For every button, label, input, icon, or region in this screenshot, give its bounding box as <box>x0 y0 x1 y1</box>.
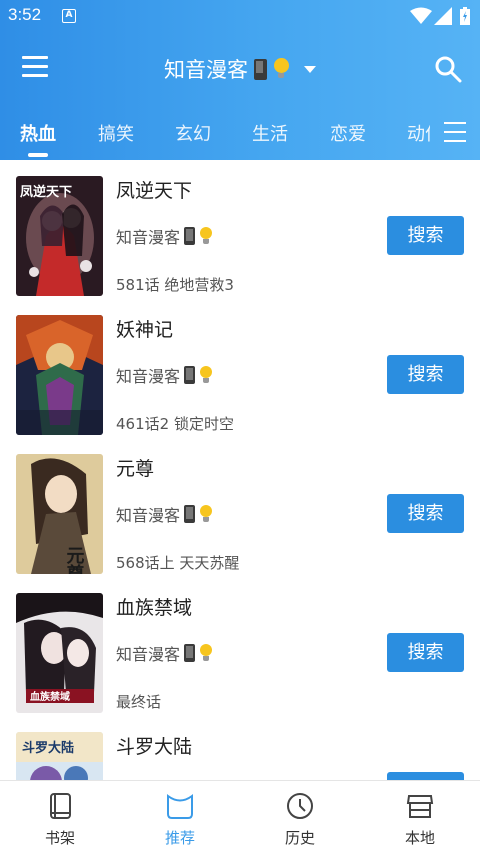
cover-image[interactable]: 斗罗大陆 <box>16 732 103 780</box>
latest-chapter: 最终话 <box>116 693 162 711</box>
nav-item-bookshelf[interactable]: 书架 <box>0 781 120 853</box>
notification-a-icon: A <box>62 9 76 23</box>
comic-title[interactable]: 元尊 <box>116 454 154 481</box>
search-button[interactable]: 搜索 <box>387 494 464 533</box>
cover-image[interactable]: 血族禁域 <box>16 593 103 713</box>
wifi-icon <box>410 7 432 24</box>
tab-rexue[interactable]: 热血 <box>20 120 56 146</box>
comic-title[interactable]: 妖神记 <box>116 315 173 342</box>
cover-image[interactable]: 元尊 <box>16 454 103 574</box>
comic-title[interactable]: 斗罗大陆 <box>116 732 192 759</box>
cover-image[interactable] <box>16 315 103 435</box>
search-icon[interactable] <box>434 55 462 83</box>
recommend-basket-icon <box>167 794 193 819</box>
search-button[interactable]: 搜索 <box>387 216 464 255</box>
tabs-menu-button[interactable] <box>444 122 468 144</box>
light-bulb-icon <box>273 58 290 80</box>
comic-list[interactable]: 凤逆天下 凤逆天下 知音漫客 581话 绝地营救3 搜索 妖神记 知音漫客 46… <box>0 160 480 780</box>
cover-image[interactable]: 凤逆天下 <box>16 176 103 296</box>
nav-label: 历史 <box>284 829 315 847</box>
source-name: 知音漫客 <box>116 506 181 525</box>
tab-shenghuo[interactable]: 生活 <box>252 120 288 146</box>
comic-source: 知音漫客 <box>116 363 213 387</box>
nav-label: 书架 <box>44 829 75 847</box>
nav-item-history[interactable]: 历史 <box>240 781 360 853</box>
latest-chapter: 568话上 天天苏醒 <box>116 554 240 572</box>
signal-icon <box>434 7 452 25</box>
cover-text: 元尊 <box>64 546 85 574</box>
book-icon <box>50 793 71 819</box>
tab-lianai[interactable]: 恋爱 <box>330 120 366 146</box>
source-name: 知音漫客 <box>116 367 181 386</box>
storefront-icon <box>406 795 434 818</box>
nav-label: 推荐 <box>164 829 195 847</box>
app-title-text: 知音漫客 <box>164 58 248 82</box>
source-name: 知音漫客 <box>116 228 181 247</box>
comic-source: 知音漫客 <box>116 224 213 248</box>
bottom-nav: 书架 推荐 历史 本地 <box>0 780 480 853</box>
battery-charging-icon <box>460 7 470 25</box>
app-title[interactable]: 知音漫客 <box>0 54 480 84</box>
nav-item-local[interactable]: 本地 <box>360 781 480 853</box>
list-item[interactable]: 元尊 元尊 知音漫客 568话上 天天苏醒 搜索 <box>0 438 480 577</box>
list-item[interactable]: 凤逆天下 凤逆天下 知音漫客 581话 绝地营救3 搜索 <box>0 160 480 299</box>
mobile-phone-icon <box>184 366 196 384</box>
category-tabs: 热血 搞笑 玄幻 生活 恋爱 动作 <box>0 112 430 160</box>
latest-chapter: 581话 绝地营救3 <box>116 276 234 294</box>
tab-xuanhuan[interactable]: 玄幻 <box>175 120 211 146</box>
nav-item-recommend[interactable]: 推荐 <box>120 781 240 853</box>
chevron-down-icon[interactable] <box>304 65 316 73</box>
light-bulb-icon <box>199 227 213 245</box>
status-time: 3:52 <box>8 5 42 24</box>
light-bulb-icon <box>199 505 213 523</box>
screen: 3:52 A 知音漫客 热血 搞笑 玄幻 生活 恋爱 动 凤逆天下 凤逆天下 知… <box>0 0 480 853</box>
list-item[interactable]: 血族禁域 血族禁域 知音漫客 最终话 搜索 <box>0 577 480 716</box>
cover-text: 凤逆天下 <box>20 184 72 200</box>
comic-source: 知音漫客 <box>116 641 213 665</box>
app-header: 3:52 A 知音漫客 热血 搞笑 玄幻 生活 恋爱 动 <box>0 0 480 160</box>
light-bulb-icon <box>199 644 213 662</box>
cover-text: 斗罗大陆 <box>22 740 74 756</box>
mobile-phone-icon <box>184 227 196 245</box>
status-bar: 3:52 A <box>0 0 480 32</box>
comic-source: 知音漫客 <box>116 502 213 526</box>
tab-gaoxiao[interactable]: 搞笑 <box>98 120 134 146</box>
mobile-phone-icon <box>254 58 267 80</box>
search-button[interactable]: 搜索 <box>387 633 464 672</box>
comic-title[interactable]: 血族禁域 <box>116 593 192 620</box>
light-bulb-icon <box>199 366 213 384</box>
nav-label: 本地 <box>404 829 435 847</box>
cover-text: 血族禁域 <box>30 690 70 703</box>
search-button[interactable]: 搜索 <box>387 772 464 780</box>
source-name: 知音漫客 <box>116 645 181 664</box>
tab-dongzuo[interactable]: 动作 <box>407 120 430 146</box>
list-item[interactable]: 斗罗大陆 斗罗大陆 搜索 <box>0 716 480 780</box>
tab-active-indicator <box>28 153 48 157</box>
search-button[interactable]: 搜索 <box>387 355 464 394</box>
latest-chapter: 461话2 锁定时空 <box>116 415 234 433</box>
clock-icon <box>287 793 313 819</box>
mobile-phone-icon <box>184 644 196 662</box>
mobile-phone-icon <box>184 505 196 523</box>
list-item[interactable]: 妖神记 知音漫客 461话2 锁定时空 搜索 <box>0 299 480 438</box>
comic-title[interactable]: 凤逆天下 <box>116 176 192 203</box>
